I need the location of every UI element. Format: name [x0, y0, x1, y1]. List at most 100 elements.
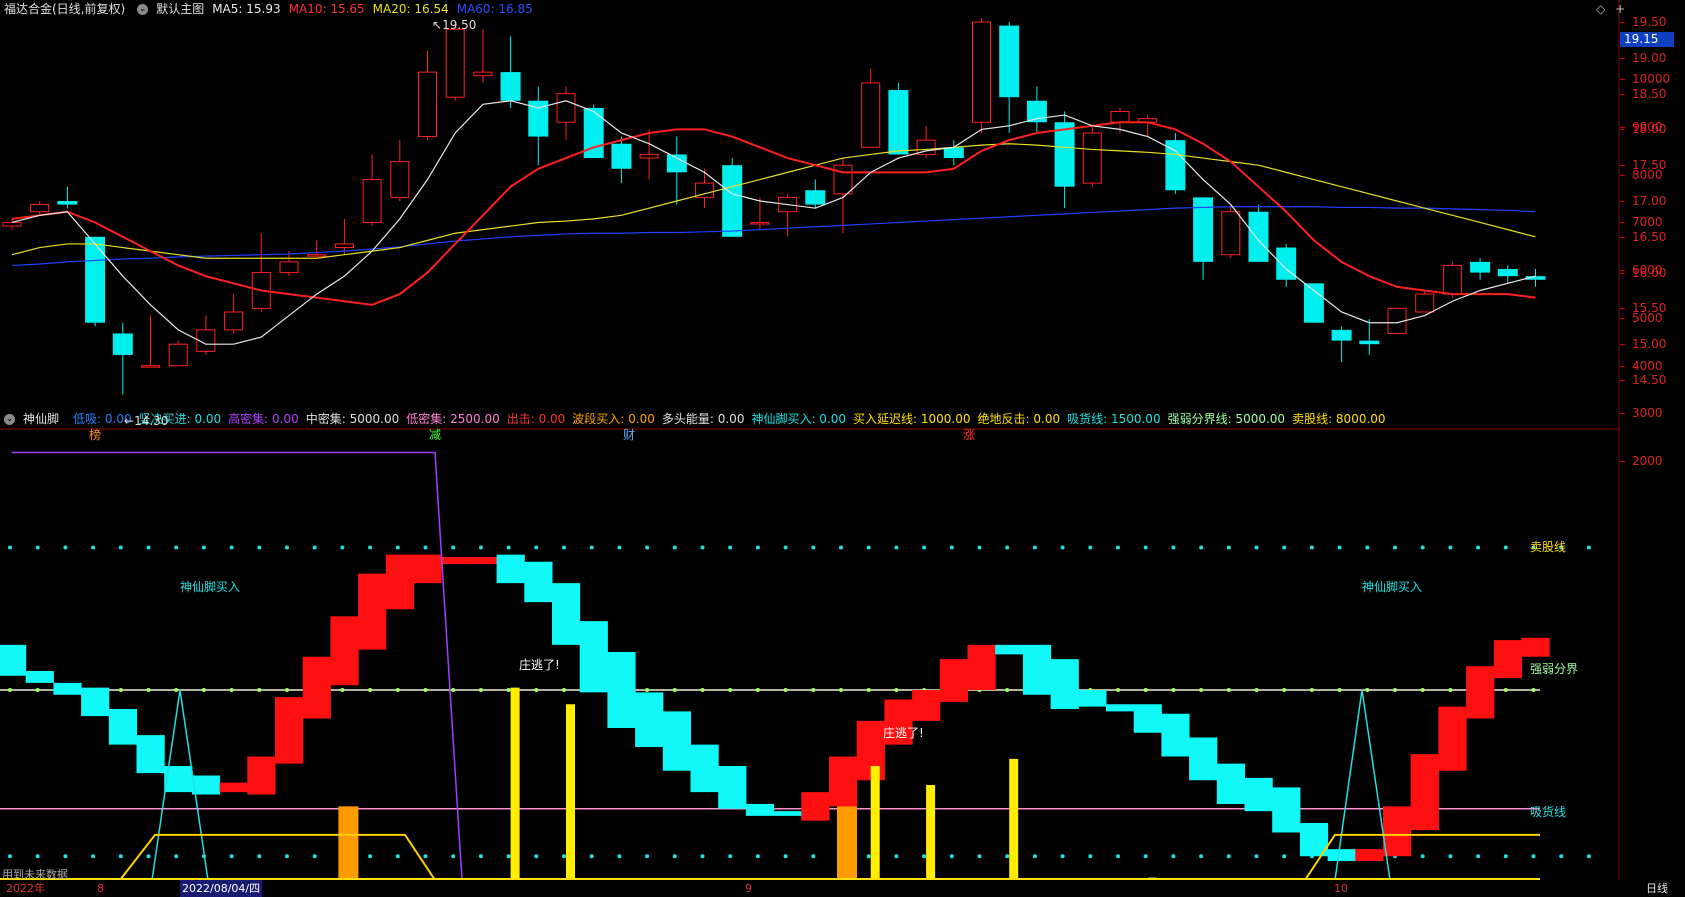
- dotted-line-point: [617, 854, 622, 859]
- divide-line-point: [562, 688, 566, 692]
- strength-block: [552, 583, 581, 645]
- candle-body-down: [943, 147, 964, 159]
- divide-line-point: [700, 688, 705, 692]
- divide-line-point: [894, 688, 899, 692]
- strength-block: [1106, 704, 1135, 712]
- dotted-line-point: [91, 545, 96, 550]
- strength-block: [662, 711, 691, 771]
- dotted-line-point: [1143, 854, 1148, 859]
- dotted-line-point: [257, 854, 262, 859]
- dotted-line-point: [312, 854, 317, 859]
- divide-line-point: [672, 688, 677, 692]
- dotted-line-point: [977, 854, 982, 859]
- chevron-down-icon[interactable]: ⌄: [137, 3, 149, 15]
- candle-body-up: [390, 161, 410, 198]
- strength-block: [330, 616, 359, 686]
- indicator-name[interactable]: 神仙脚: [23, 410, 59, 428]
- divide-line-point: [1337, 688, 1342, 692]
- strength-block: [275, 697, 304, 764]
- strength-block: [0, 644, 27, 676]
- indicator-chart[interactable]: [0, 410, 1620, 880]
- candle-body-down: [1248, 211, 1269, 262]
- flag-cai[interactable]: 财: [623, 426, 635, 443]
- dotted-line-point: [839, 545, 843, 550]
- strength-block: [718, 766, 747, 809]
- dotted-line-point: [894, 854, 899, 859]
- dotted-line-point: [1116, 854, 1120, 859]
- escape-bar: [510, 687, 520, 878]
- dotted-line-point: [1171, 545, 1176, 550]
- indicator-legend-item: 低密集: 2500.00: [406, 412, 500, 426]
- divide-line-point: [174, 688, 179, 692]
- date-axis: 2022年 8 2022/08/04/四 9 10 日线: [0, 880, 1685, 897]
- strength-block: [1078, 690, 1107, 707]
- dotted-line-point: [1586, 854, 1591, 859]
- strength-block: [496, 554, 525, 584]
- period-label[interactable]: 日线: [1646, 880, 1668, 897]
- divide-line-point: [1393, 688, 1397, 692]
- candle-body-up: [445, 28, 465, 98]
- dotted-line-point: [312, 545, 317, 550]
- dotted-line-point: [977, 545, 982, 550]
- candle-body-down: [999, 25, 1020, 98]
- dotted-line-point: [8, 854, 12, 859]
- dotted-line-point: [1226, 854, 1231, 859]
- absorb-line-label: 吸货线: [1530, 805, 1567, 819]
- candle-body-down: [1331, 329, 1352, 341]
- candle-body-down: [611, 143, 632, 169]
- dotted-line-point: [1337, 545, 1342, 550]
- candle-body-up: [556, 93, 576, 123]
- ma-legend: MA5: 15.93 MA10: 15.65 MA20: 16.54 MA60: 16…: [212, 0, 541, 18]
- dotted-line-point: [8, 545, 12, 550]
- candle-body-up: [307, 254, 327, 257]
- diamond-icon[interactable]: ◇: [1596, 2, 1605, 16]
- candle-body-up: [1110, 111, 1130, 123]
- candle-body-up: [1442, 264, 1462, 295]
- candle-body-up: [972, 21, 991, 123]
- divide-line-point: [755, 688, 760, 692]
- dotted-line-point: [257, 545, 262, 550]
- candle-body-down: [85, 236, 106, 323]
- flag-jian[interactable]: 减: [429, 426, 441, 443]
- divide-line-point: [839, 688, 843, 692]
- indicator-legend: 低吸: 0.00 坚决买进: 0.00 高密集: 0.00 中密集: 5000.00 低…: [73, 410, 1393, 428]
- divide-line-point: [1365, 688, 1370, 692]
- dotted-line-point: [1088, 854, 1093, 859]
- dotted-line-point: [1143, 545, 1148, 550]
- candle-body-down: [500, 72, 521, 101]
- dotted-line-point: [1420, 545, 1425, 550]
- price-header: 福达合金(日线,前复权) ⌄ 默认主图 MA5: 15.93 MA10: 15.6…: [0, 0, 549, 18]
- candle-body-down: [666, 154, 687, 173]
- flag-bang[interactable]: 榜: [89, 426, 101, 443]
- strength-block: [108, 709, 137, 745]
- dotted-line-point: [423, 545, 428, 550]
- dotted-line-point: [1503, 854, 1508, 859]
- stock-title[interactable]: 福达合金(日线,前复权): [4, 0, 125, 18]
- dotted-line-point: [63, 545, 68, 550]
- low-price-label: ←14.30: [124, 414, 169, 428]
- escape-bar: [566, 704, 575, 878]
- dotted-line-point: [285, 854, 289, 859]
- dotted-line-point: [922, 854, 927, 859]
- candle-body-down: [805, 190, 826, 205]
- divide-line-point: [395, 688, 400, 692]
- strength-block: [25, 671, 54, 683]
- high-price-label: ↖19.50: [432, 18, 477, 32]
- divide-line-point: [1254, 688, 1259, 692]
- strength-block: [219, 782, 248, 793]
- chevron-down-icon[interactable]: ⌄: [4, 413, 15, 425]
- divide-line-point: [451, 688, 456, 692]
- strength-block: [1244, 777, 1273, 812]
- candle-body-up: [861, 82, 881, 148]
- divide-line-point: [1116, 688, 1120, 692]
- divide-line-point: [811, 688, 816, 692]
- dotted-line-point: [700, 854, 705, 859]
- price-candlestick-chart[interactable]: [0, 0, 1620, 430]
- dotted-line-point: [811, 545, 816, 550]
- flag-zhang[interactable]: 涨: [963, 426, 975, 443]
- divide-line-point: [257, 688, 262, 692]
- strength-block: [801, 792, 830, 821]
- strength-block: [745, 804, 775, 816]
- main-chart-label[interactable]: 默认主图: [156, 0, 204, 18]
- indicator-legend-item: 买入延迟线: 1000.00: [853, 412, 971, 426]
